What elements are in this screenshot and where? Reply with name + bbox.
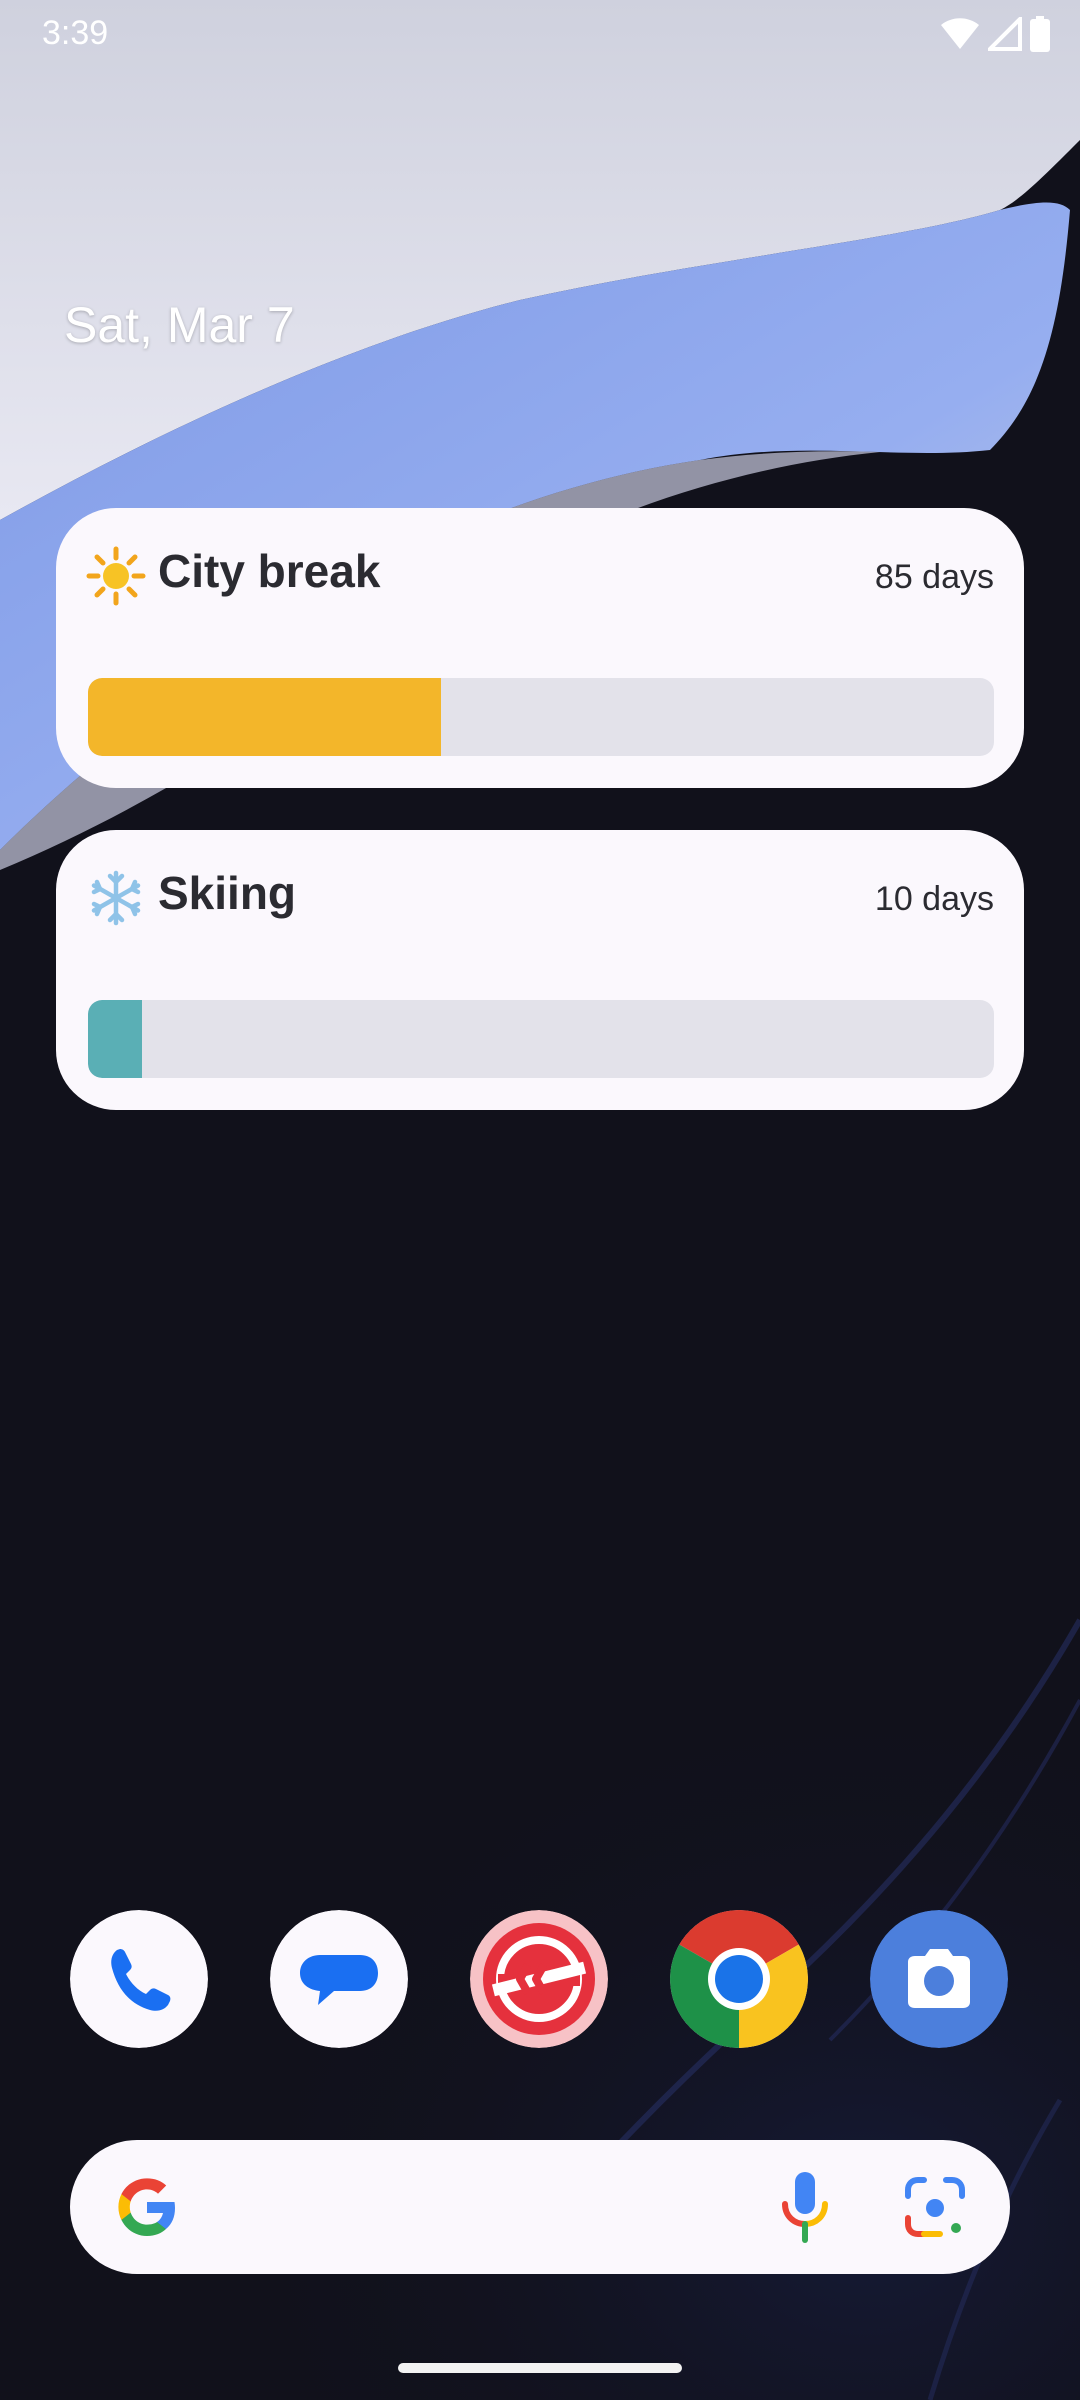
red-chevrons-app-icon — [470, 1910, 608, 2048]
wifi-icon — [940, 17, 980, 56]
progress-fill — [88, 1000, 143, 1078]
google-lens-icon[interactable] — [900, 2172, 970, 2242]
phone-icon — [70, 1910, 208, 2048]
trip-app-icon[interactable] — [470, 1910, 608, 2048]
days-remaining: 10 days — [874, 880, 994, 918]
progress-fill — [88, 678, 442, 756]
days-remaining: 85 days — [874, 558, 994, 596]
status-bar: 3:39 — [0, 0, 1080, 72]
cellular-signal-icon — [985, 13, 1022, 56]
status-time: 3:39 — [42, 14, 109, 52]
chrome-icon — [670, 1910, 808, 2048]
snowflake-icon — [86, 868, 146, 928]
camera-app-icon[interactable] — [870, 1910, 1008, 2048]
google-search-bar[interactable] — [70, 2140, 1010, 2274]
progress-bar — [88, 678, 994, 756]
messages-app-icon[interactable] — [270, 1910, 408, 2048]
widget-title: City break — [158, 545, 381, 597]
progress-bar — [88, 1000, 994, 1078]
microphone-icon[interactable] — [778, 2170, 832, 2244]
widget-title: Skiing — [158, 867, 297, 919]
home-screen: 3:39 Sat, Mar 7 City break 85 days Skiin… — [0, 0, 1080, 2400]
countdown-widget-skiing[interactable]: Skiing 10 days — [56, 830, 1024, 1110]
phone-app-icon[interactable] — [70, 1910, 208, 2048]
battery-icon — [1030, 15, 1050, 57]
gesture-nav-handle[interactable] — [398, 2363, 682, 2373]
sun-icon — [86, 546, 146, 606]
countdown-widget-city-break[interactable]: City break 85 days — [56, 508, 1024, 788]
camera-icon — [870, 1910, 1008, 2048]
messages-icon — [270, 1910, 408, 2048]
status-icons — [940, 13, 1050, 57]
date-label[interactable]: Sat, Mar 7 — [64, 296, 295, 354]
google-g-icon[interactable] — [112, 2172, 182, 2242]
chrome-app-icon[interactable] — [670, 1910, 808, 2048]
